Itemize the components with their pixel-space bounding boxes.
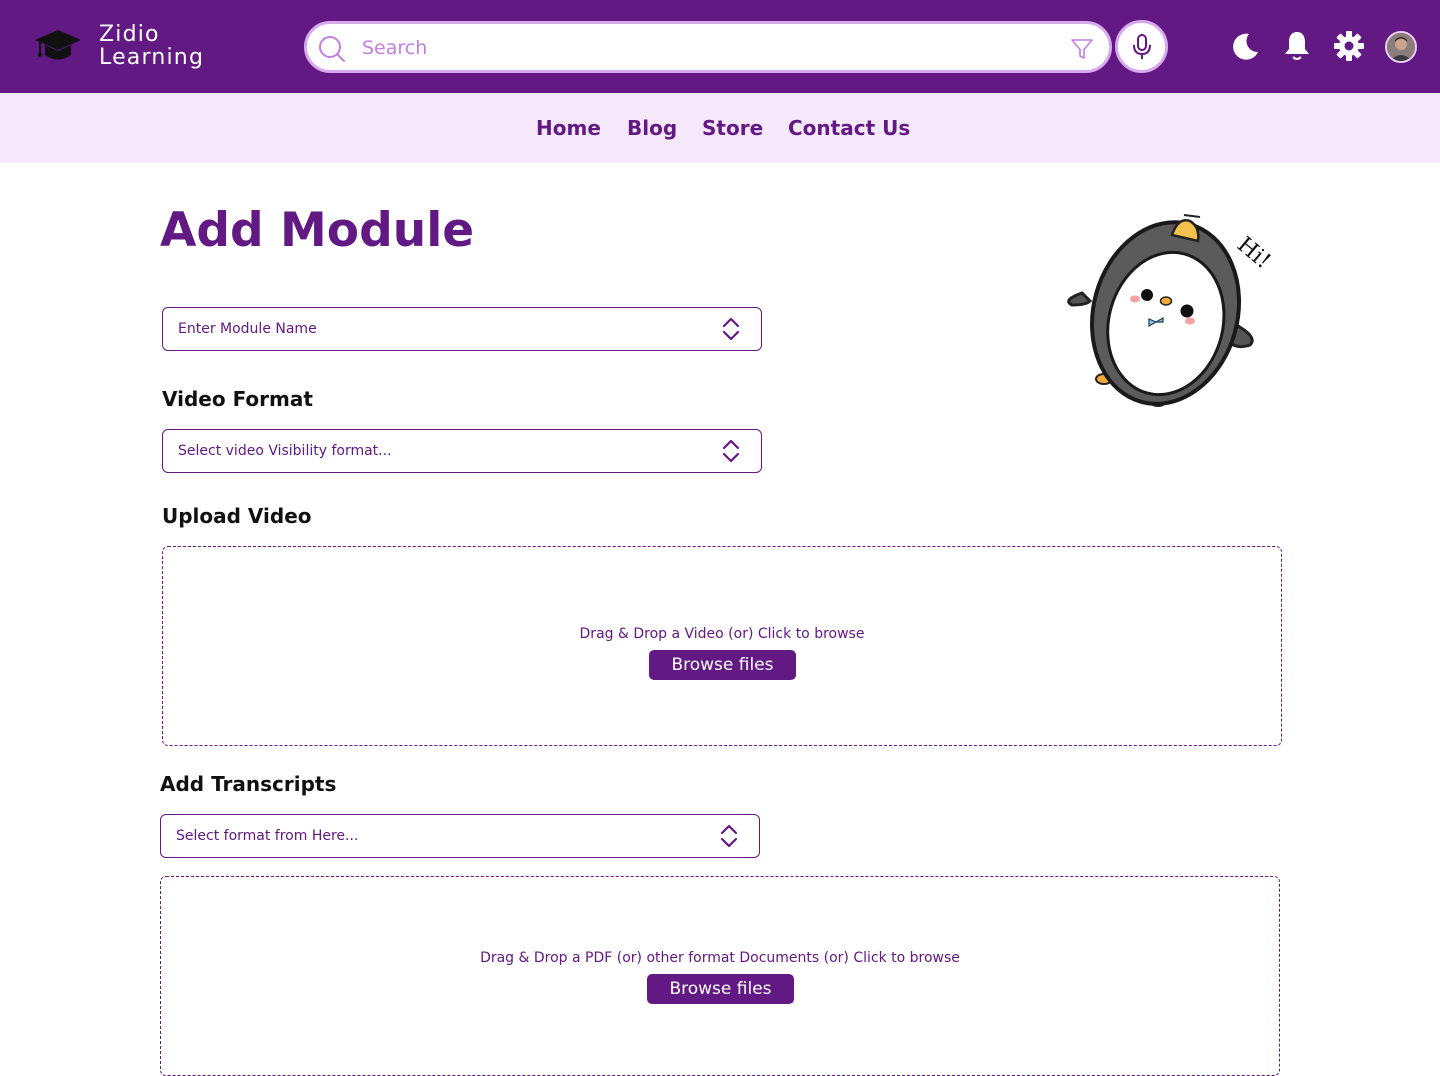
page-title: Add Module bbox=[160, 203, 475, 258]
video-format-select[interactable]: Select video Visibility format... bbox=[162, 429, 762, 473]
brand-name-line1: Zidio bbox=[99, 22, 160, 47]
filter-icon[interactable] bbox=[1070, 37, 1094, 61]
video-dropzone-text: Drag & Drop a Video (or) Click to browse bbox=[579, 626, 865, 642]
brand-logo[interactable]: Zidio Learning bbox=[34, 20, 234, 74]
top-header: Zidio Learning bbox=[0, 0, 1440, 93]
user-avatar-image bbox=[1387, 33, 1415, 61]
voice-search-button[interactable] bbox=[1115, 20, 1168, 73]
upload-video-label: Upload Video bbox=[162, 504, 312, 528]
main-nav: Home Blog Store Contact Us bbox=[0, 93, 1440, 163]
chevron-up-down-icon bbox=[722, 317, 740, 341]
transcript-format-select[interactable]: Select format from Here... bbox=[160, 814, 760, 858]
document-dropzone[interactable]: Drag & Drop a PDF (or) other format Docu… bbox=[160, 876, 1280, 1076]
module-name-field[interactable]: Enter Module Name bbox=[162, 307, 762, 351]
brand-name: Zidio Learning bbox=[99, 23, 204, 69]
video-format-placeholder: Select video Visibility format... bbox=[178, 443, 392, 459]
search-bar bbox=[304, 21, 1112, 73]
mascot-greeting: Hi! bbox=[1232, 232, 1275, 274]
video-dropzone[interactable]: Drag & Drop a Video (or) Click to browse… bbox=[162, 546, 1282, 746]
nav-store[interactable]: Store bbox=[702, 115, 763, 141]
chevron-up-down-icon bbox=[722, 439, 740, 463]
search-icon[interactable] bbox=[318, 35, 346, 63]
gear-icon[interactable] bbox=[1333, 30, 1365, 62]
moon-icon[interactable] bbox=[1229, 30, 1261, 62]
search-input[interactable] bbox=[362, 34, 1042, 62]
nav-contact-us[interactable]: Contact Us bbox=[788, 115, 910, 141]
video-format-label: Video Format bbox=[162, 387, 313, 411]
bell-icon[interactable] bbox=[1281, 29, 1313, 61]
brand-name-line2: Learning bbox=[99, 45, 205, 70]
add-transcripts-label: Add Transcripts bbox=[160, 772, 337, 796]
nav-home[interactable]: Home bbox=[536, 115, 601, 141]
nav-blog[interactable]: Blog bbox=[627, 115, 677, 141]
graduation-cap-icon bbox=[35, 30, 81, 60]
module-name-placeholder: Enter Module Name bbox=[178, 321, 317, 337]
browse-documents-button[interactable]: Browse files bbox=[647, 974, 794, 1004]
transcript-format-placeholder: Select format from Here... bbox=[176, 828, 359, 844]
avatar[interactable] bbox=[1385, 31, 1417, 63]
browse-video-button[interactable]: Browse files bbox=[649, 650, 796, 680]
document-dropzone-text: Drag & Drop a PDF (or) other format Docu… bbox=[480, 950, 960, 966]
penguin-mascot-illustration: Hi! bbox=[1067, 214, 1275, 407]
microphone-icon bbox=[1133, 34, 1151, 59]
chevron-up-down-icon bbox=[720, 824, 738, 848]
